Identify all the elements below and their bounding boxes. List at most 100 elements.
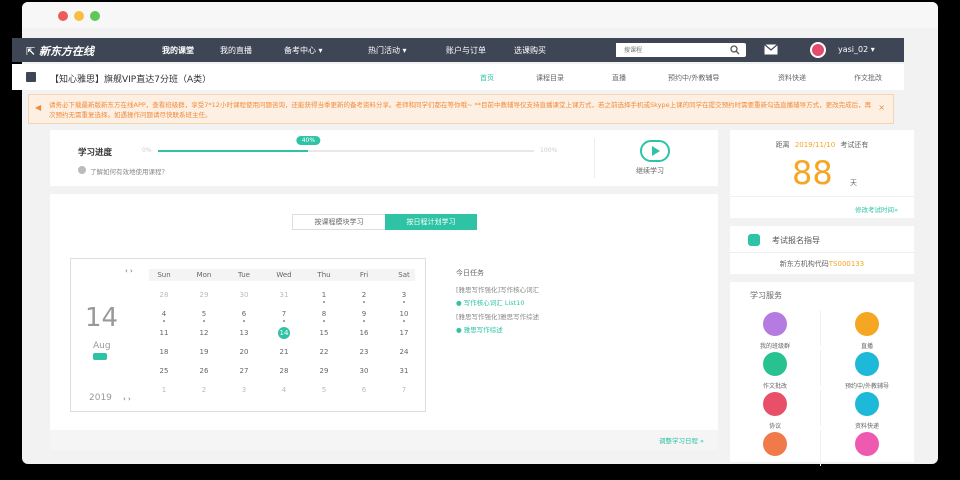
- calendar-day[interactable]: 30: [349, 367, 379, 375]
- minimize-window-button[interactable]: [74, 11, 84, 21]
- tab-tutoring[interactable]: 预约中/外教辅导: [668, 73, 719, 83]
- task-marker: [243, 320, 245, 322]
- task-marker: [363, 301, 365, 303]
- close-window-button[interactable]: [58, 11, 68, 21]
- calendar-day[interactable]: 24: [389, 348, 419, 356]
- divider: [820, 310, 821, 346]
- site-logo[interactable]: ⇱ 新东方在线: [26, 43, 94, 59]
- days-remaining: 88: [792, 154, 833, 192]
- continue-learning-button[interactable]: 继续学习: [636, 166, 664, 176]
- calendar-day[interactable]: 13: [229, 329, 259, 337]
- calendar-day[interactable]: 8: [309, 310, 339, 318]
- calendar-day-selected[interactable]: 14: [278, 327, 290, 339]
- weekday-label: Mon: [196, 271, 212, 279]
- divider: [594, 138, 595, 178]
- notice-banner: ◀ 请务必下载最新版新东方在线APP，查看班级群，享受7*12小时课程使用问题咨…: [28, 94, 894, 124]
- nav-hot-events[interactable]: 热门活动 ▾: [368, 45, 407, 56]
- calendar-day[interactable]: 17: [389, 329, 419, 337]
- tab-by-schedule[interactable]: 按日程计划学习: [385, 214, 477, 230]
- calendar-day[interactable]: 1: [309, 291, 339, 299]
- calendar-day[interactable]: 3: [229, 386, 259, 394]
- user-avatar[interactable]: [810, 42, 826, 58]
- nav-my-classroom[interactable]: 我的课堂: [162, 45, 194, 56]
- tab-live[interactable]: 直播: [612, 73, 626, 83]
- calendar-day[interactable]: 30: [229, 291, 259, 299]
- calendar-day[interactable]: 10: [389, 310, 419, 318]
- adjust-schedule-link[interactable]: 调整学习日程 »: [659, 435, 704, 445]
- calendar-day[interactable]: 21: [269, 348, 299, 356]
- calendar-day[interactable]: 1: [149, 386, 179, 394]
- mail-icon[interactable]: [764, 44, 778, 55]
- service-icon: [763, 352, 787, 376]
- calendar-day[interactable]: 31: [269, 291, 299, 299]
- calendar-day[interactable]: 12: [189, 329, 219, 337]
- tab-course-catalog[interactable]: 课程目录: [536, 73, 564, 83]
- service-item[interactable]: 资料快递: [822, 392, 912, 430]
- tab-home[interactable]: 首页: [480, 73, 494, 83]
- task-link[interactable]: ● 写作核心词汇 List10: [456, 297, 696, 307]
- service-item[interactable]: 协议: [730, 392, 820, 430]
- calendar-date-panel: ‹ › 14 Aug 2019 ‹ ›: [71, 259, 145, 411]
- search-input[interactable]: [616, 43, 726, 57]
- calendar-day[interactable]: 27: [229, 367, 259, 375]
- service-item[interactable]: 预约中/外教辅导: [822, 352, 912, 390]
- calendar-day[interactable]: 19: [189, 348, 219, 356]
- weekday-label: Thu: [317, 271, 331, 279]
- service-item[interactable]: 我的班级群: [730, 312, 820, 350]
- nav-account-orders[interactable]: 账户与订单: [446, 45, 486, 56]
- calendar-day[interactable]: 6: [229, 310, 259, 318]
- tab-by-module[interactable]: 按课程模块学习: [293, 215, 385, 229]
- calendar-day[interactable]: 26: [189, 367, 219, 375]
- calendar-day[interactable]: 29: [189, 291, 219, 299]
- calendar-day[interactable]: 31: [389, 367, 419, 375]
- schedule-card: 按课程模块学习 按日程计划学习 ‹ › 14 Aug 2019 ‹ › Sun M…: [50, 194, 718, 430]
- service-item[interactable]: [730, 432, 820, 461]
- service-item[interactable]: [822, 432, 912, 461]
- calendar-day[interactable]: 22: [309, 348, 339, 356]
- divider: [730, 196, 914, 197]
- calendar-day[interactable]: 29: [309, 367, 339, 375]
- calendar-day[interactable]: 9: [349, 310, 379, 318]
- tab-essay-correction[interactable]: 作文批改: [854, 73, 882, 83]
- edit-exam-date-link[interactable]: 修改考试时间»: [855, 204, 898, 214]
- calendar-day[interactable]: 20: [229, 348, 259, 356]
- calendar-day[interactable]: 5: [189, 310, 219, 318]
- calendar-day[interactable]: 15: [309, 329, 339, 337]
- service-item[interactable]: 作文批改: [730, 352, 820, 390]
- maximize-window-button[interactable]: [90, 11, 100, 21]
- calendar-day[interactable]: 6: [349, 386, 379, 394]
- weekday-label: Tue: [238, 271, 250, 279]
- calendar-day[interactable]: 16: [349, 329, 379, 337]
- search-icon[interactable]: [730, 45, 740, 55]
- help-link[interactable]: 了解如何有效地使用课程？: [90, 166, 168, 176]
- calendar-year-nav[interactable]: ‹ ›: [123, 395, 131, 403]
- calendar-toggle-icon[interactable]: [93, 353, 107, 360]
- calendar-day[interactable]: 7: [389, 386, 419, 394]
- nav-buy-courses[interactable]: 选课购买: [514, 45, 546, 56]
- calendar-day[interactable]: 18: [149, 348, 179, 356]
- calendar-day[interactable]: 4: [149, 310, 179, 318]
- calendar-day[interactable]: 3: [389, 291, 419, 299]
- guidance-title[interactable]: 考试报名指导: [772, 235, 820, 246]
- calendar-day[interactable]: 28: [149, 291, 179, 299]
- username-menu[interactable]: yasi_02 ▾: [838, 45, 875, 54]
- task-label: [雅思写作强化]雅思写作综述: [456, 313, 540, 321]
- calendar-day[interactable]: 5: [309, 386, 339, 394]
- service-item[interactable]: 直播: [822, 312, 912, 350]
- calendar-prev-next[interactable]: ‹ ›: [125, 267, 133, 275]
- calendar-day[interactable]: 25: [149, 367, 179, 375]
- calendar-day[interactable]: 23: [349, 348, 379, 356]
- nav-my-live[interactable]: 我的直播: [220, 45, 252, 56]
- task-link[interactable]: ● 雅思写作综述: [456, 324, 696, 334]
- calendar-day[interactable]: 7: [269, 310, 299, 318]
- calendar-day[interactable]: 28: [269, 367, 299, 375]
- tab-material-delivery[interactable]: 资料快递: [778, 73, 806, 83]
- nav-exam-center[interactable]: 备考中心 ▾: [284, 45, 323, 56]
- calendar-day[interactable]: 11: [149, 329, 179, 337]
- task-marker: [283, 320, 285, 322]
- calendar-day[interactable]: 4: [269, 386, 299, 394]
- calendar-day[interactable]: 2: [349, 291, 379, 299]
- calendar-day[interactable]: 2: [189, 386, 219, 394]
- play-icon[interactable]: [640, 140, 670, 162]
- notice-close-button[interactable]: ×: [878, 103, 885, 113]
